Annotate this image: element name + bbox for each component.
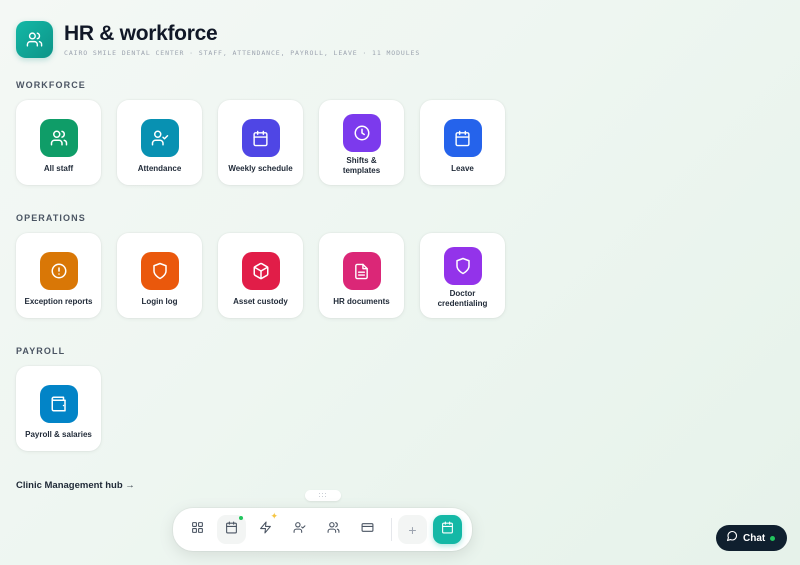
tile-attendance[interactable]: Attendance (117, 100, 202, 185)
tile-label: Exception reports (24, 297, 93, 306)
plus-icon: + (408, 521, 417, 538)
section-label-operations: OPERATIONS (16, 213, 86, 223)
tile-hr-documents[interactable]: HR documents (319, 233, 404, 318)
calendar-icon (443, 119, 482, 157)
tile-label: Asset custody (233, 297, 288, 306)
users-icon (16, 21, 53, 58)
card-icon (361, 521, 374, 539)
calendar-icon (241, 119, 280, 157)
user-check-icon (140, 119, 179, 157)
bottom-dock: ✦ + (173, 508, 472, 551)
tile-leave[interactable]: Leave (420, 100, 505, 185)
clinic-management-hub-link[interactable]: Clinic Management hub → (16, 480, 135, 491)
dock-add-button[interactable]: + (398, 515, 427, 544)
tile-label: Payroll & salaries (25, 430, 92, 439)
grid-icon (191, 521, 204, 539)
shield-icon (140, 252, 179, 290)
page-subtitle: CAIRO SMILE DENTAL CENTER · STAFF, ATTEN… (64, 49, 421, 57)
users-icon (39, 119, 78, 157)
box-icon (241, 252, 280, 290)
notification-dot (239, 516, 243, 520)
payroll-grid: Payroll & salaries (16, 366, 101, 451)
tile-doctor-credentialing[interactable]: Doctor credentialing (420, 233, 505, 318)
dock-divider (391, 518, 392, 541)
alert-circle-icon (39, 252, 78, 290)
dock-payment-button[interactable] (353, 515, 382, 544)
tile-label: Attendance (137, 164, 182, 173)
tile-label: Leave (451, 164, 474, 173)
dock-grid-button[interactable] (183, 515, 212, 544)
tile-payroll-salaries[interactable]: Payroll & salaries (16, 366, 101, 451)
tile-asset-custody[interactable]: Asset custody (218, 233, 303, 318)
sparkle-icon: ✦ (270, 511, 278, 521)
dock-calendar-button[interactable] (217, 515, 246, 544)
dock-drag-handle[interactable]: ::: (305, 490, 341, 501)
clock-icon (342, 114, 381, 152)
tile-weekly-schedule[interactable]: Weekly schedule (218, 100, 303, 185)
tile-label: Shifts & templates (342, 156, 381, 175)
operations-grid: Exception reports Login log Asset custod… (16, 233, 505, 318)
tile-label: All staff (43, 164, 74, 173)
dock-attendance-button[interactable] (285, 515, 314, 544)
shield-icon (443, 247, 482, 285)
tile-label: HR documents (333, 297, 390, 306)
message-circle-icon (726, 529, 738, 547)
page-title: HR & workforce (64, 22, 218, 45)
section-label-workforce: WORKFORCE (16, 80, 86, 90)
tile-label: Weekly schedule (228, 164, 293, 173)
zap-icon (259, 521, 272, 539)
workforce-grid: All staff Attendance Weekly schedule Shi… (16, 100, 505, 185)
dock-schedule-button-active[interactable] (433, 515, 462, 544)
calendar-icon (225, 521, 238, 539)
users-icon (327, 521, 340, 539)
chat-status-dot (770, 535, 776, 541)
tile-all-staff[interactable]: All staff (16, 100, 101, 185)
dock-zap-button[interactable]: ✦ (251, 511, 280, 544)
tile-login-log[interactable]: Login log (117, 233, 202, 318)
page-header: HR & workforce CAIRO SMILE DENTAL CENTER… (16, 21, 420, 58)
dock-staff-button[interactable] (319, 515, 348, 544)
wallet-icon (39, 385, 78, 423)
user-check-icon (293, 521, 306, 539)
tile-exception-reports[interactable]: Exception reports (16, 233, 101, 318)
section-label-payroll: PAYROLL (16, 346, 66, 356)
tile-label: Login log (141, 297, 178, 306)
chat-button[interactable]: Chat (716, 525, 787, 551)
tile-shifts-templates[interactable]: Shifts & templates (319, 100, 404, 185)
chat-label: Chat (743, 532, 766, 544)
tile-label: Doctor credentialing (437, 289, 488, 308)
document-icon (342, 252, 381, 290)
calendar-icon (441, 521, 454, 539)
